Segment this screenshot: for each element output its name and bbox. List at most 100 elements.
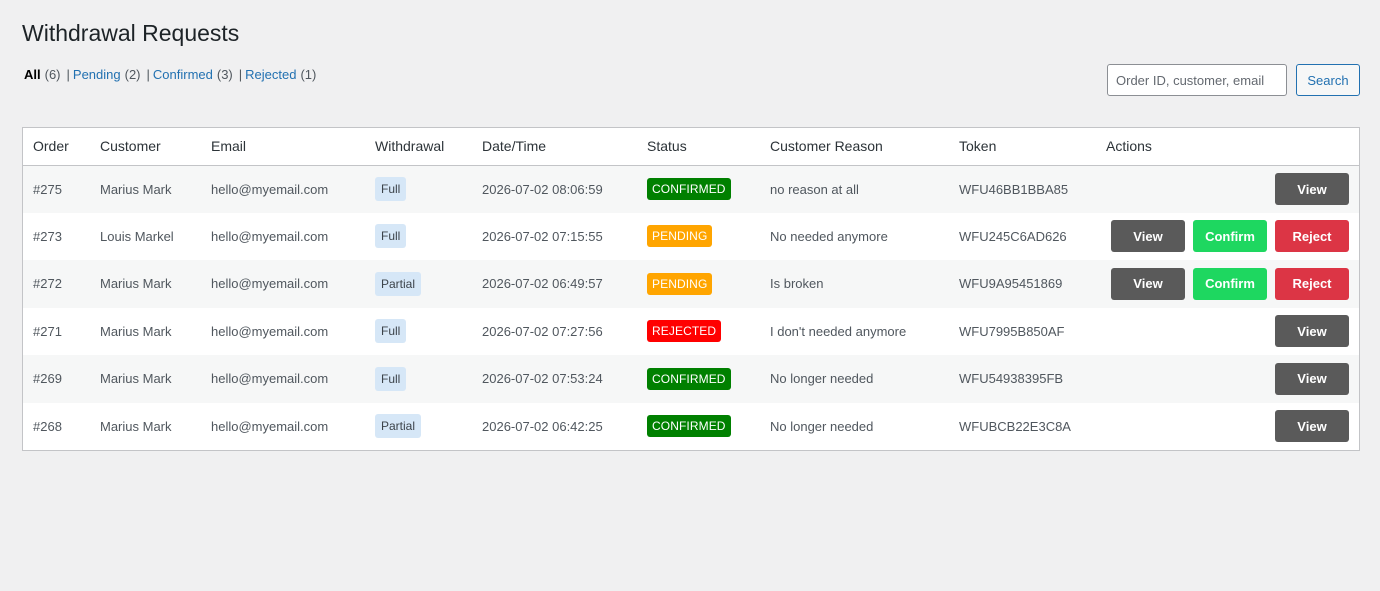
table-row: #273 Louis Markel hello@myemail.com Full 202… xyxy=(23,212,1359,260)
status-cell: REJECTED xyxy=(637,307,760,355)
customer-cell: Marius Mark xyxy=(90,260,201,308)
reason-cell: No longer needed xyxy=(760,355,949,403)
email-cell: hello@myemail.com xyxy=(201,260,365,308)
view-button[interactable]: View xyxy=(1275,362,1349,395)
view-button[interactable]: View xyxy=(1275,315,1349,348)
view-button[interactable]: View xyxy=(1111,220,1185,253)
datetime-cell: 2026-07-02 07:15:55 xyxy=(472,212,637,260)
email-cell: hello@myemail.com xyxy=(201,402,365,450)
column-header-status: Status xyxy=(637,128,760,166)
column-header-reason: Customer Reason xyxy=(760,128,949,166)
email-cell: hello@myemail.com xyxy=(201,307,365,355)
search-input[interactable] xyxy=(1107,64,1287,96)
datetime-cell: 2026-07-02 06:42:25 xyxy=(472,402,637,450)
status-badge: CONFIRMED xyxy=(647,415,731,438)
column-header-email: Email xyxy=(201,128,365,166)
token-cell: WFU46BB1BBA85 xyxy=(949,165,1096,213)
view-button[interactable]: View xyxy=(1275,173,1349,205)
customer-cell: Marius Mark xyxy=(90,307,201,355)
customer-cell: Marius Mark xyxy=(90,165,201,213)
confirm-button[interactable]: Confirm xyxy=(1193,267,1267,300)
token-cell: WFUBCB22E3C8A xyxy=(949,402,1096,450)
confirm-button[interactable]: Confirm xyxy=(1193,220,1267,253)
filter-rejected[interactable]: Rejected xyxy=(245,67,296,82)
table-row: #271 Marius Mark hello@myemail.com Full 2026… xyxy=(23,307,1359,355)
filter-confirmed[interactable]: Confirmed xyxy=(153,67,213,82)
row-actions: View Confirm Reject xyxy=(1106,267,1349,300)
datetime-cell: 2026-07-02 07:27:56 xyxy=(472,307,637,355)
withdrawal-cell: Partial xyxy=(365,402,472,450)
column-header-withdrawal: Withdrawal xyxy=(365,128,472,166)
table-row: #275 Marius Mark hello@myemail.com Full 2026… xyxy=(23,165,1359,213)
status-badge: PENDING xyxy=(647,225,713,248)
datetime-cell: 2026-07-02 07:53:24 xyxy=(472,355,637,403)
row-actions: View xyxy=(1106,410,1349,443)
table-row: #272 Marius Mark hello@myemail.com Partial 2… xyxy=(23,260,1359,308)
reject-button[interactable]: Reject xyxy=(1275,220,1349,253)
status-badge: PENDING xyxy=(647,272,713,295)
token-cell: WFU9A95451869 xyxy=(949,260,1096,308)
token-cell: WFU7995B850AF xyxy=(949,307,1096,355)
actions-cell: View xyxy=(1096,355,1359,403)
status-cell: CONFIRMED xyxy=(637,165,760,213)
reason-cell: no reason at all xyxy=(760,165,949,213)
withdrawal-type-badge: Full xyxy=(375,319,407,344)
filter-confirmed-count: (3) xyxy=(216,67,233,82)
column-header-order: Order xyxy=(23,128,90,166)
status-badge: CONFIRMED xyxy=(647,367,731,390)
withdrawal-cell: Full xyxy=(365,355,472,403)
withdrawal-cell: Full xyxy=(365,212,472,260)
filter-pending-count: (2) xyxy=(124,67,141,82)
order-cell: #268 xyxy=(23,402,90,450)
withdrawal-type-badge: Full xyxy=(375,366,407,391)
reason-cell: Is broken xyxy=(760,260,949,308)
order-cell: #269 xyxy=(23,355,90,403)
table-header-row: Order Customer Email Withdrawal Date/Tim… xyxy=(23,128,1359,166)
status-badge: CONFIRMED xyxy=(647,178,731,200)
withdrawal-table: Order Customer Email Withdrawal Date/Tim… xyxy=(22,127,1360,451)
status-filter-links: All (6) | Pending (2) | Confirmed (3) | … xyxy=(24,67,316,82)
order-cell: #273 xyxy=(23,212,90,260)
status-cell: PENDING xyxy=(637,212,760,260)
column-header-datetime: Date/Time xyxy=(472,128,637,166)
status-badge: REJECTED xyxy=(647,320,722,343)
reject-button[interactable]: Reject xyxy=(1275,267,1349,300)
actions-cell: View xyxy=(1096,165,1359,213)
row-actions: View xyxy=(1106,173,1349,205)
column-header-actions: Actions xyxy=(1096,128,1359,166)
row-actions: View Confirm Reject xyxy=(1106,220,1349,253)
withdrawal-cell: Partial xyxy=(365,260,472,308)
filter-separator: | xyxy=(238,67,243,82)
customer-cell: Marius Mark xyxy=(90,402,201,450)
reason-cell: I don't needed anymore xyxy=(760,307,949,355)
row-actions: View xyxy=(1106,362,1349,395)
search-button[interactable]: Search xyxy=(1296,64,1360,96)
reason-cell: No longer needed xyxy=(760,402,949,450)
view-button[interactable]: View xyxy=(1111,267,1185,300)
table-row: #269 Marius Mark hello@myemail.com Full 2026… xyxy=(23,355,1359,403)
email-cell: hello@myemail.com xyxy=(201,212,365,260)
table-row: #268 Marius Mark hello@myemail.com Partial 2… xyxy=(23,402,1359,450)
customer-cell: Marius Mark xyxy=(90,355,201,403)
filter-pending[interactable]: Pending xyxy=(73,67,121,82)
filter-all[interactable]: All xyxy=(24,67,41,82)
order-cell: #271 xyxy=(23,307,90,355)
search-box: Search xyxy=(1107,64,1360,96)
customer-cell: Louis Markel xyxy=(90,212,201,260)
actions-cell: View Confirm Reject xyxy=(1096,260,1359,308)
withdrawal-cell: Full xyxy=(365,165,472,213)
withdrawal-type-badge: Partial xyxy=(375,414,422,439)
withdrawal-type-badge: Partial xyxy=(375,271,422,296)
page-title: Withdrawal Requests xyxy=(22,20,240,46)
column-header-token: Token xyxy=(949,128,1096,166)
token-cell: WFU245C6AD626 xyxy=(949,212,1096,260)
status-cell: CONFIRMED xyxy=(637,355,760,403)
actions-cell: View xyxy=(1096,402,1359,450)
token-cell: WFU54938395FB xyxy=(949,355,1096,403)
filter-all-count: (6) xyxy=(44,67,61,82)
view-button[interactable]: View xyxy=(1275,410,1349,443)
status-cell: CONFIRMED xyxy=(637,402,760,450)
filter-rejected-count: (1) xyxy=(300,67,317,82)
email-cell: hello@myemail.com xyxy=(201,355,365,403)
filter-separator: | xyxy=(66,67,70,82)
